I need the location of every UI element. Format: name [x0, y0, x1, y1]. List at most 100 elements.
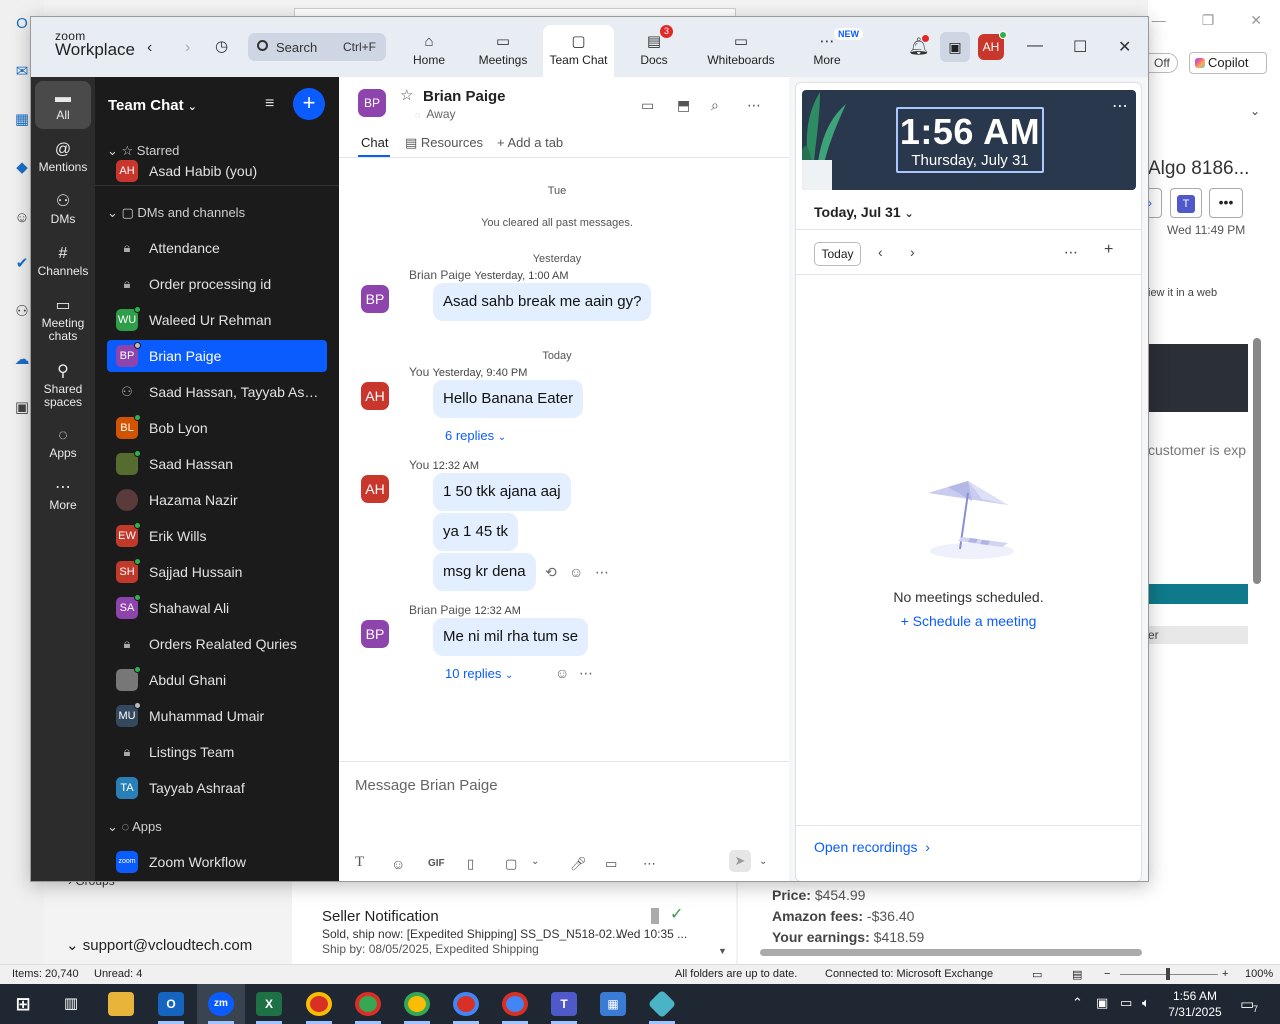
rail-apps[interactable]: ◌ Apps	[35, 425, 91, 460]
file-icon[interactable]: ▯	[467, 856, 474, 872]
volume-icon[interactable]: 🔈︎	[1142, 995, 1150, 1011]
today-button[interactable]: Today	[814, 242, 861, 266]
list-item-waleed[interactable]: WU Waleed Ur Rehman	[107, 304, 327, 336]
account-folder[interactable]: ⌄ support@vcloudtech.com	[66, 936, 252, 954]
tab-whiteboards[interactable]: ▭ Whiteboards	[703, 25, 779, 77]
microphone-icon[interactable]: 🎤︎	[570, 856, 587, 872]
send-icon[interactable]: ➤	[729, 850, 751, 872]
message-bubble[interactable]: ya 1 45 tk	[433, 513, 519, 551]
list-item-attendance[interactable]: 🔒︎ Attendance	[107, 232, 327, 264]
taskbar-clock[interactable]: 1:56 AM 7/31/2025	[1160, 988, 1230, 1020]
previous-day-icon[interactable]: ‹	[878, 244, 883, 260]
tab-more[interactable]: NEW ⋯ More	[809, 25, 863, 77]
rail-shared-spaces[interactable]: ⚲ Shared spaces	[35, 361, 91, 409]
message-bubble[interactable]: Asad sahb break me aain gy?	[433, 283, 652, 321]
list-item-sajjad[interactable]: SH Sajjad Hussain	[107, 556, 327, 588]
list-item-erik[interactable]: EW Erik Wills	[107, 520, 327, 552]
message-input[interactable]	[355, 774, 765, 796]
chrome-icon[interactable]	[355, 992, 381, 1016]
gift-icon[interactable]: ▣	[940, 32, 970, 62]
history-icon[interactable]: ◷	[215, 37, 228, 55]
list-item-order-processing[interactable]: 🔒︎ Order processing id	[107, 268, 327, 300]
message-bubble[interactable]: 1 50 tkk ajana aaj	[433, 473, 571, 511]
video-message-icon[interactable]: ▭	[605, 856, 617, 872]
profile-avatar[interactable]: AH	[978, 31, 1007, 60]
excel-icon[interactable]: X	[256, 992, 282, 1016]
chevron-down-icon[interactable]: ⌄	[759, 856, 767, 867]
team-chat-title[interactable]: Team Chat ⌄	[108, 97, 197, 114]
chrome-icon[interactable]	[404, 992, 430, 1016]
list-item-shahawal[interactable]: SA Shahawal Ali	[107, 592, 327, 624]
close-icon[interactable]: ✕	[1250, 12, 1262, 29]
add-event-icon[interactable]: +	[1104, 241, 1113, 259]
more-options-icon[interactable]: ⋯	[595, 564, 609, 581]
tab-home[interactable]: ⌂ Home	[401, 25, 457, 77]
star-icon[interactable]: ☆	[400, 86, 413, 104]
calendar-date-selector[interactable]: Today, Jul 31 ⌄	[814, 204, 914, 220]
forward-arrow-icon[interactable]: ›	[185, 39, 190, 57]
text-format-icon[interactable]: T	[355, 854, 364, 871]
screenshot-icon[interactable]: ▢	[505, 856, 517, 872]
replies-link[interactable]: 6 replies ⌄	[445, 428, 506, 443]
emoji-react-icon[interactable]: ☺	[555, 665, 569, 681]
copilot-icon[interactable]: ◆	[12, 158, 32, 178]
windows-start-icon[interactable]: ⊞	[10, 992, 36, 1016]
more-actions-button[interactable]: •••	[1209, 188, 1243, 218]
groups-icon[interactable]: ⚇	[12, 302, 32, 322]
outlook-logo-icon[interactable]: O	[12, 14, 32, 34]
contact-avatar[interactable]: BP	[358, 89, 386, 117]
back-arrow-icon[interactable]: ‹	[147, 39, 152, 57]
schedule-meeting-link[interactable]: + Schedule a meeting	[796, 613, 1141, 629]
rail-meeting-chats[interactable]: ▭ Meeting chats	[35, 295, 91, 343]
flag-icon[interactable]	[651, 908, 659, 924]
tab-docs[interactable]: 3 ▤ Docs	[627, 25, 681, 77]
message-bubble[interactable]: Hello Banana Eater	[433, 380, 584, 418]
calendar-icon[interactable]: ▦	[12, 110, 32, 130]
tab-chat[interactable]: Chat	[361, 135, 388, 150]
chrome-icon[interactable]	[502, 992, 528, 1016]
reading-scrollbar[interactable]	[1250, 322, 1264, 942]
emoji-icon[interactable]: ☺	[391, 856, 405, 872]
list-item-zoom-workflow[interactable]: zoom Zoom Workflow	[107, 846, 327, 878]
list-item-brian[interactable]: BP Brian Paige	[107, 340, 327, 372]
avatar[interactable]: AH	[361, 382, 389, 410]
starred-header[interactable]: ⌄ ☆ Starred	[107, 143, 179, 159]
message-bubble[interactable]: msg kr dena	[433, 553, 536, 591]
copilot-button[interactable]: Copilot	[1189, 52, 1267, 74]
check-icon[interactable]: ✓	[670, 904, 683, 924]
tab-resources[interactable]: ▤ Resources	[405, 135, 483, 151]
list-item-group-saad-tayyab[interactable]: ⚇ Saad Hassan, Tayyab Ashra...	[107, 376, 327, 408]
file-explorer-icon[interactable]	[108, 992, 134, 1016]
more-options-icon[interactable]: ⋯	[579, 665, 593, 682]
chevron-down-icon[interactable]: ⌄	[531, 856, 539, 867]
reply-button[interactable]: ›	[1148, 188, 1162, 218]
emoji-react-icon[interactable]: ☺	[569, 564, 583, 580]
chrome-icon[interactable]	[453, 992, 479, 1016]
reading-view-icon[interactable]: ▤	[1072, 968, 1082, 981]
notifications-bell-icon[interactable]: 🔔︎	[908, 35, 930, 57]
video-call-icon[interactable]: ▭	[641, 97, 654, 114]
more-options-icon[interactable]: ⋯	[747, 97, 761, 114]
chrome-icon[interactable]	[306, 992, 332, 1016]
todo-icon[interactable]: ✔	[12, 254, 32, 274]
list-item-muhammad[interactable]: MU Muhammad Umair	[107, 700, 327, 732]
maximize-icon[interactable]: ❐	[1202, 12, 1215, 29]
list-item-hazama[interactable]: Hazama Nazir	[107, 484, 327, 516]
open-recordings-link[interactable]: Open recordings ›	[814, 839, 930, 855]
tray-chevron-up-icon[interactable]: ⌃	[1072, 995, 1083, 1011]
horizontal-scrollbar[interactable]	[744, 946, 1248, 958]
zoom-out-icon[interactable]: −	[1104, 968, 1110, 980]
contact-name[interactable]: Brian Paige	[423, 88, 506, 105]
message-bubble[interactable]: Me ni mil rha tum se	[433, 618, 589, 656]
screen-share-icon[interactable]: ⬒	[677, 97, 690, 114]
minimize-icon[interactable]: —	[1152, 12, 1166, 29]
teams-icon[interactable]: T	[551, 992, 577, 1016]
calculator-icon[interactable]: ▦	[600, 992, 626, 1016]
zoom-icon[interactable]: zm	[208, 992, 234, 1016]
new-chat-button[interactable]: +	[293, 88, 325, 120]
search-box[interactable]: Search Ctrl+F	[248, 33, 386, 61]
replies-link[interactable]: 10 replies ⌄	[445, 666, 513, 681]
onedrive-icon[interactable]: ☁	[12, 350, 32, 370]
scrollbar-thumb[interactable]	[760, 949, 1142, 956]
message-sender[interactable]: Seller Notification	[322, 908, 439, 925]
